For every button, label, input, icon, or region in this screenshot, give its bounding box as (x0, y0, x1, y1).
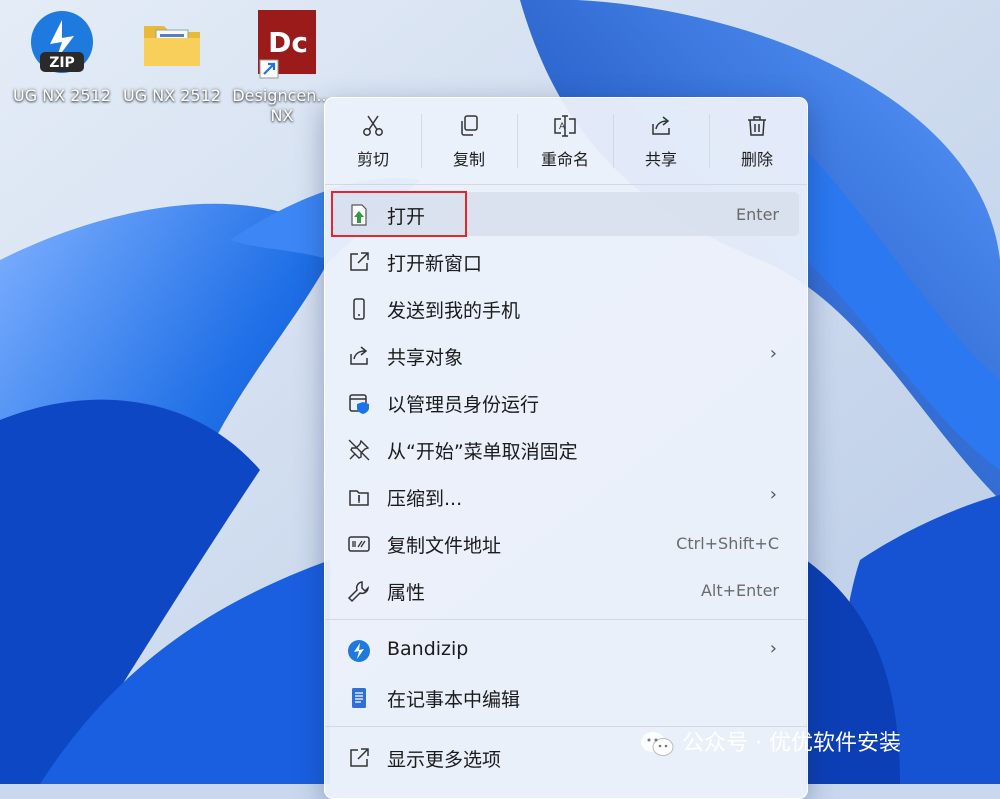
menu-item-label: 属性 (387, 582, 426, 604)
folder-icon (136, 8, 208, 80)
open-new-window-icon (350, 252, 369, 271)
copy-path-icon (348, 536, 370, 552)
watermark-text: 公众号 · 优优软件安装 (682, 731, 901, 756)
toolbar-divider (613, 114, 614, 168)
notepad-icon (352, 688, 366, 708)
svg-text:A: A (559, 122, 566, 132)
trash-icon (748, 116, 766, 136)
phone-icon (353, 298, 365, 320)
shortcut-text: Enter (736, 205, 779, 224)
unpin-icon (348, 439, 370, 461)
more-options-icon (350, 748, 369, 767)
rename-label: 重命名 (540, 150, 589, 169)
copy-label: 复制 (452, 150, 485, 169)
menu-item-compress-to[interactable]: 压缩到... › (331, 474, 799, 518)
menu-divider (325, 619, 807, 620)
share-label: 共享 (644, 150, 677, 169)
compress-icon (349, 490, 369, 506)
share-icon (652, 116, 670, 135)
watermark: 公众号 · 优优软件安装 (640, 724, 990, 764)
desktop-icon-label: UG NX 2512 (13, 86, 111, 105)
menu-item-share-with[interactable]: 共享对象 › (331, 333, 799, 377)
zip-archive-icon: ZIP (26, 8, 98, 80)
delete-label: 删除 (740, 150, 773, 169)
menu-item-properties[interactable]: 属性 Alt+Enter (331, 568, 799, 612)
copy-icon (461, 115, 478, 136)
delete-button[interactable]: 删除 (711, 110, 803, 176)
menu-item-run-as-admin[interactable]: 以管理员身份运行 (331, 380, 799, 424)
menu-item-unpin-start[interactable]: 从“开始”菜单取消固定 (331, 427, 799, 471)
copy-button[interactable]: 复制 (423, 110, 515, 176)
desktop-icon-label: UG NX 2512 (123, 86, 221, 105)
toolbar-divider (421, 114, 422, 168)
menu-item-label: 压缩到... (387, 488, 463, 510)
menu-item-open-new-window[interactable]: 打开新窗口 (331, 239, 799, 283)
menu-divider (325, 184, 807, 185)
submenu-chevron-icon: › (769, 343, 777, 364)
scissors-icon (363, 115, 383, 136)
menu-item-label: 显示更多选项 (387, 749, 502, 771)
menu-item-label: 发送到我的手机 (387, 300, 521, 322)
menu-item-label: 打开新窗口 (387, 253, 483, 275)
highlight-annotation-box (331, 191, 467, 237)
toolbar-divider (709, 114, 710, 168)
wechat-icon (641, 732, 674, 756)
desktop-icon-label: Designcen... NX (232, 86, 332, 125)
share-icon (350, 346, 368, 365)
designcenter-shortcut-icon: Dc (246, 8, 318, 80)
submenu-chevron-icon: › (769, 638, 777, 659)
shortcut-text: Alt+Enter (700, 581, 779, 600)
menu-item-bandizip[interactable]: Bandizip › (331, 628, 799, 672)
menu-item-label: 从“开始”菜单取消固定 (387, 441, 578, 463)
submenu-chevron-icon: › (769, 484, 777, 505)
cut-button[interactable]: 剪切 (327, 110, 419, 176)
context-menu-toolbar: 剪切 复制 A 重命名 共享 删除 (325, 98, 807, 184)
admin-shield-icon (349, 394, 369, 414)
menu-item-copy-as-path[interactable]: 复制文件地址 Ctrl+Shift+C (331, 521, 799, 565)
bandizip-icon (348, 640, 370, 662)
menu-item-label: Bandizip (387, 638, 469, 660)
share-button[interactable]: 共享 (615, 110, 707, 176)
menu-item-label: 共享对象 (387, 347, 464, 369)
desktop-icon-ug-nx-zip[interactable]: ZIP UG NX 2512 (7, 8, 117, 106)
desktop-icon-designcenter[interactable]: Dc Designcen... NX (227, 8, 337, 126)
cut-label: 剪切 (356, 150, 389, 169)
menu-item-label: 在记事本中编辑 (387, 689, 521, 711)
rename-button[interactable]: A 重命名 (519, 110, 611, 176)
shortcut-text: Ctrl+Shift+C (676, 534, 779, 553)
menu-item-send-to-phone[interactable]: 发送到我的手机 (331, 286, 799, 330)
wrench-icon (347, 581, 369, 603)
menu-item-label: 复制文件地址 (387, 535, 502, 557)
toolbar-divider (517, 114, 518, 168)
rename-icon: A (554, 115, 576, 137)
menu-item-edit-in-notepad[interactable]: 在记事本中编辑 (331, 675, 799, 719)
menu-item-label: 以管理员身份运行 (387, 394, 540, 416)
svg-text:Dc: Dc (268, 26, 308, 59)
svg-text:ZIP: ZIP (49, 55, 75, 71)
desktop-icon-ug-nx-folder[interactable]: UG NX 2512 (117, 8, 227, 106)
